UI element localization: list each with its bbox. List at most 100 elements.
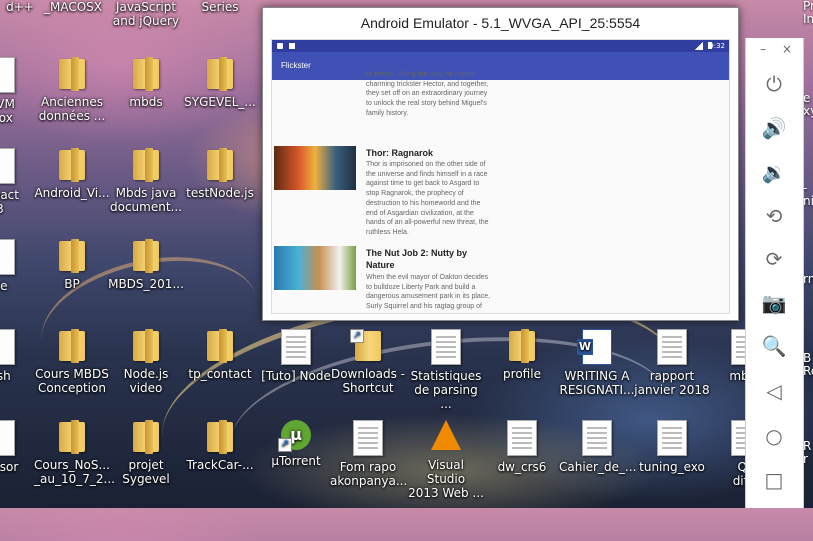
folder-icon (131, 420, 161, 454)
desktop-label-right[interactable]: B Re (803, 352, 813, 378)
desktop-label-top[interactable]: _MACOSX (38, 0, 108, 14)
back-icon[interactable]: ◁ (760, 377, 788, 405)
home-icon[interactable]: ○ (760, 422, 788, 450)
folder-icon (205, 420, 235, 454)
desktop-icon[interactable]: mpact 3 (0, 148, 38, 216)
desktop-icon-label: Android_Vi... (34, 186, 110, 200)
desktop-icon-label: WRITING A RESIGNATI... (559, 369, 635, 397)
close-button[interactable]: × (782, 42, 792, 56)
folder-icon (131, 329, 161, 363)
camera-icon[interactable]: 📷 (760, 289, 788, 317)
minimize-button[interactable]: – (760, 42, 766, 56)
desktop-icon[interactable]: MBDS_201... (108, 239, 184, 291)
word-document-icon (577, 329, 612, 365)
desktop-icon-label: Statistiques de parsing ... (410, 369, 482, 411)
desktop-icon[interactable]: Cours MBDS Conception (34, 329, 110, 395)
movie-overview: of events. Along the way, he meets charm… (366, 71, 489, 117)
overview-icon[interactable]: □ (760, 466, 788, 494)
desktop-icon[interactable]: Statistiques de parsing ... (408, 329, 484, 411)
document-icon (657, 329, 687, 365)
power-icon[interactable]: ⏻ (760, 70, 788, 98)
desktop-icon[interactable]: SYGEVEL_... (182, 57, 258, 109)
desktop-icon[interactable]: projet Sygevel (108, 420, 184, 486)
desktop-icon[interactable]: Downloads - Shortcut (330, 329, 406, 395)
desktop-icon[interactable]: e VM lBox (0, 57, 38, 125)
rotate-right-icon[interactable]: ⟳ (760, 245, 788, 273)
desktop-icon[interactable]: mbds (108, 57, 184, 109)
desktop-label-right[interactable]: - ni (803, 182, 813, 208)
desktop-icon-label: µTorrent (271, 454, 321, 468)
desktop-icon-label: Anciennes données ... (38, 95, 106, 123)
emulator-window[interactable]: Android Emulator - 5.1_WVGA_API_25:5554 … (262, 7, 739, 321)
signal-icon (695, 42, 703, 50)
desktop-icon-label: MBDS_201... (108, 277, 184, 291)
desktop-icon[interactable]: Node.js video (108, 329, 184, 395)
desktop-icon[interactable]: BP (34, 239, 110, 291)
desktop-label-right[interactable]: rn (803, 272, 813, 286)
desktop-icon[interactable]: Cahier_de_... (559, 420, 637, 474)
desktop-icon[interactable]: dw_crs6 (484, 420, 560, 474)
desktop-icon-label: testNode.js (186, 186, 254, 200)
desktop-icon[interactable]: Visual Studio 2013 Web ... (408, 420, 484, 500)
rotate-left-icon[interactable]: ⟲ (760, 202, 788, 230)
desktop-label-top[interactable]: JavaScript and jQuery (112, 0, 180, 28)
desktop-icon-label: mpact 3 (0, 188, 19, 216)
desktop-icon-label: TrackCar-... (186, 458, 254, 472)
notification-icon (289, 43, 295, 49)
desktop-icon[interactable]: WRITING A RESIGNATI... (559, 329, 635, 397)
folder-icon (57, 239, 87, 273)
utorrent-icon: µ (278, 420, 311, 452)
desktop-icon[interactable]: Cours_NoS... _au_10_7_2... (34, 420, 115, 486)
desktop-icon[interactable]: Android_Vi... (34, 148, 110, 200)
desktop-label-top[interactable]: Series (195, 0, 245, 14)
folder-icon (205, 57, 235, 91)
zoom-icon[interactable]: 🔍 (760, 332, 788, 360)
folder-icon (131, 239, 161, 273)
document-icon (582, 420, 612, 456)
movie-title: Thor: Ragnarok (366, 148, 434, 158)
shortcut-folder-icon (350, 329, 383, 363)
movie-overview: When the evil mayor of Oakton decides to… (366, 274, 491, 313)
desktop-icon-label: [Tuto] Node (261, 369, 331, 383)
volume-down-icon[interactable]: 🔉 (760, 158, 788, 186)
desktop-icon-label: Cahier_de_... (559, 460, 637, 474)
desktop-label-right[interactable]: R r (803, 440, 811, 466)
desktop-label-right[interactable]: e xy (803, 92, 813, 118)
folder-icon (57, 148, 87, 182)
folder-icon (131, 148, 161, 182)
desktop-icon[interactable]: TrackCar-... (182, 420, 258, 472)
desktop-icon[interactable]: [Tuto] Node (258, 329, 334, 383)
desktop-icon[interactable]: rapport janvier 2018 (634, 329, 710, 397)
desktop-label-top[interactable]: d++ (0, 0, 40, 14)
folder-icon (131, 57, 161, 91)
desktop-icon-label: profile (503, 367, 541, 381)
desktop-label-right[interactable]: Pro Ing (803, 0, 813, 26)
desktop-icon[interactable]: fish (0, 329, 38, 383)
app-bar-title: Flickster (272, 52, 729, 80)
desktop-icon-label: dvisor (0, 460, 19, 474)
folder-icon (57, 329, 87, 363)
desktop-icon[interactable]: dvisor (0, 420, 38, 474)
desktop-icon-label: Node.js video (123, 367, 169, 395)
volume-up-icon[interactable]: 🔊 (760, 114, 788, 142)
desktop-icon[interactable]: profile (484, 329, 560, 381)
desktop-icon[interactable]: Fom rapo akonpanya... (330, 420, 408, 488)
desktop-icon[interactable]: testNode.js (182, 148, 258, 200)
desktop-icon-label: Visual Studio 2013 Web ... (408, 458, 484, 500)
desktop-icon[interactable]: tp_contact (182, 329, 258, 381)
desktop-icon[interactable]: tuning_exo (634, 420, 710, 474)
desktop-icon-label: Cours_NoS... _au_10_7_2... (34, 458, 115, 486)
desktop-icon-label: Fom rapo akonpanya... (330, 460, 408, 488)
desktop-icon-label: tuning_exo (639, 460, 705, 474)
desktop-icon[interactable]: pe (0, 239, 38, 293)
desktop-icon[interactable]: Mbds java document... (108, 148, 184, 214)
emulator-title: Android Emulator - 5.1_WVGA_API_25:5554 (360, 15, 641, 31)
folder-icon (205, 329, 235, 363)
desktop-icon-label: BP (64, 277, 80, 291)
device-screen[interactable]: 9:32 Flickster of events. Along the way,… (271, 39, 730, 314)
desktop-icon[interactable]: µ µTorrent (258, 420, 334, 468)
app-icon (0, 148, 15, 184)
desktop-icon[interactable]: Anciennes données ... (34, 57, 110, 123)
folder-icon (57, 420, 87, 454)
app-icon (0, 329, 15, 365)
